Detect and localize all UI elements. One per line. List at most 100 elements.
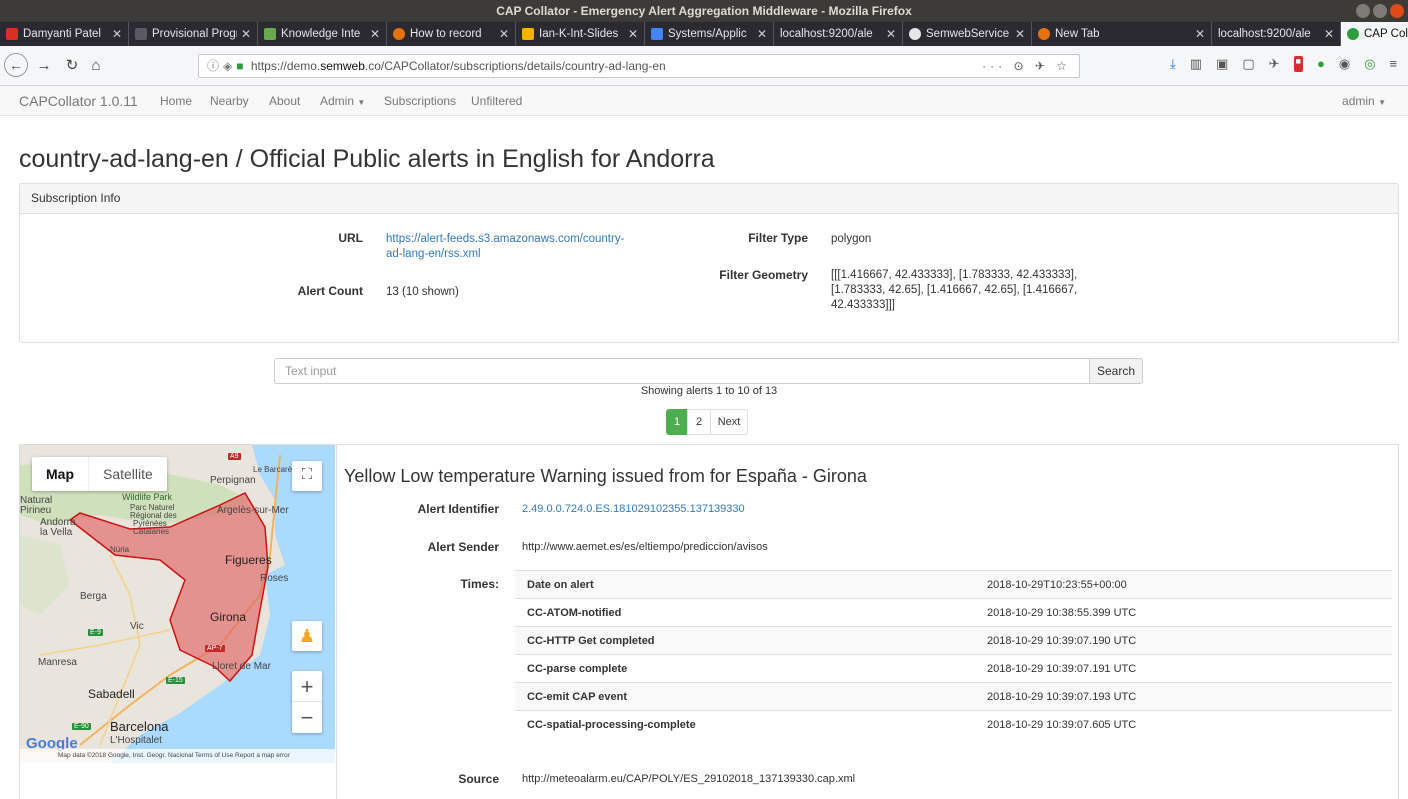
close-tab-icon[interactable]: ✕ [886,27,896,41]
map-label: Berga [80,591,107,602]
library-icon[interactable]: ▥ [1190,56,1202,72]
time-event-name: Date on alert [515,570,975,599]
page-actions-icon[interactable]: ··· ⊙ ✈ ☆ [982,55,1071,77]
close-window-icon[interactable] [1390,4,1404,18]
extension-icon[interactable]: ◎ [1364,56,1375,72]
screenshot-icon[interactable]: ▢ [1242,56,1254,72]
map-label: Girona [210,610,247,624]
close-tab-icon[interactable]: ✕ [757,27,767,41]
time-event-name: CC-ATOM-notified [515,598,975,627]
road-label: A9 [228,453,241,460]
user-menu[interactable]: admin ▼ [1342,94,1386,108]
fullscreen-icon[interactable]: ⛶ [292,461,322,491]
url-bar[interactable]: ⓘ ◈ ■ https://demo.semweb.co/CAPCollator/s… [198,54,1080,78]
download-icon[interactable]: ⤓ [1170,56,1176,72]
home-icon[interactable]: ⌂ [86,56,106,76]
nav-nearby[interactable]: Nearby [210,94,249,108]
shield-icon[interactable]: ◈ [223,59,232,73]
close-tab-icon[interactable]: ✕ [112,27,122,41]
time-event-name: CC-emit CAP event [515,682,975,711]
nav-about[interactable]: About [269,94,300,108]
times-table: Date on alert 2018-10-29T10:23:55+00:00 CC… [515,570,1392,739]
browser-tab[interactable]: SemwebService ✕ [903,22,1032,46]
times-row: CC-HTTP Get completed 2018-10-29 10:39:07… [515,626,1392,655]
browser-tab[interactable]: How to record ✕ [387,22,516,46]
filter-type-value: polygon [831,233,872,245]
alert-count-label: Alert Count [297,284,363,298]
panel-heading: Subscription Info [20,184,1398,214]
browser-toolbar: ← → ↻ ⌂ ⓘ ◈ ■ https://demo.semweb.co/CAPCo… [0,46,1408,86]
zoom-out-icon[interactable]: − [292,702,322,733]
sidebar-icon[interactable]: ▣ [1216,56,1228,72]
page-2-link[interactable]: 2 [687,409,711,435]
extension-badge-icon[interactable]: ■ [1293,56,1303,72]
reload-icon[interactable]: ↻ [62,56,82,76]
nav-unfiltered[interactable]: Unfiltered [471,94,522,108]
pegman-icon[interactable]: ♟ [292,621,322,651]
browser-tab[interactable]: localhost:9200/ale ✕ [774,22,903,46]
browser-tab-active[interactable]: CAP Collator - E✕ [1341,22,1408,46]
browser-tab[interactable]: localhost:9200/ale ✕ [1212,22,1341,46]
window-controls [1356,4,1404,18]
browser-tab[interactable]: New Tab ✕ [1032,22,1212,46]
search-button[interactable]: Search [1089,358,1143,384]
close-tab-icon[interactable]: ✕ [1324,27,1334,41]
search-input[interactable]: Text input [274,358,1090,384]
alert-identifier-link[interactable]: 2.49.0.0.724.0.ES.181029102355.137139330 [522,503,745,515]
nav-admin[interactable]: Admin ▼ [320,94,365,108]
forward-arrow-icon[interactable]: → [34,56,54,76]
back-arrow-icon[interactable]: ← [4,53,28,77]
gmail-icon [6,28,18,40]
tool-icon[interactable]: ✈ [1269,56,1280,72]
map-type-map-button[interactable]: Map [32,457,88,491]
close-tab-icon[interactable]: ✕ [1015,27,1025,41]
info-icon[interactable]: ⓘ [207,59,219,73]
map-attribution[interactable]: Map data ©2018 Google, Inst. Geogr. Naci… [20,749,335,763]
map-type-satellite-button[interactable]: Satellite [88,457,167,491]
map-label: Le Barcarès [253,465,297,474]
times-row: CC-parse complete 2018-10-29 10:39:07.191… [515,654,1392,683]
times-row: CC-ATOM-notified 2018-10-29 10:38:55.399 … [515,598,1392,627]
nav-home[interactable]: Home [160,94,192,108]
alert-identifier-label: Alert Identifier [417,502,499,516]
browser-tab[interactable]: Knowledge Inte ✕ [258,22,387,46]
browser-tab[interactable]: Ian-K-Int-Slides ✕ [516,22,645,46]
leaf-icon [264,28,276,40]
url-label: URL [338,231,363,245]
page-1-link[interactable]: 1 [666,409,688,435]
grammarly-icon[interactable]: ● [1317,56,1325,72]
map-label: L'Hospitalet [110,735,162,746]
maximize-icon[interactable] [1373,4,1387,18]
time-event-value: 2018-10-29 10:39:07.190 UTC [975,626,1392,655]
app-brand[interactable]: CAPCollator 1.0.11 [19,93,138,109]
eye-icon[interactable]: ◉ [1339,56,1350,72]
road-label: E-90 [72,723,91,730]
browser-tab[interactable]: Provisional Progra ✕ [129,22,258,46]
close-tab-icon[interactable]: ✕ [1195,27,1205,41]
close-tab-icon[interactable]: ✕ [499,27,509,41]
nav-subscriptions[interactable]: Subscriptions [384,94,456,108]
minimize-icon[interactable] [1356,4,1370,18]
github-icon [909,28,921,40]
page-icon [135,28,147,40]
browser-tab[interactable]: Systems/Applic ✕ [645,22,774,46]
time-event-name: CC-parse complete [515,654,975,683]
time-event-value: 2018-10-29 10:39:07.605 UTC [975,710,1392,739]
times-row: CC-spatial-processing-complete 2018-10-29… [515,710,1392,739]
map-label: Catalanes [133,527,170,536]
alert-map[interactable]: A9 Perpignan Le Barcarès Wildlife Park P… [20,445,335,763]
map-label: Vic [130,621,144,632]
menu-icon[interactable]: ≡ [1390,56,1398,72]
close-tab-icon[interactable]: ✕ [241,27,251,41]
close-tab-icon[interactable]: ✕ [628,27,638,41]
map-label: la Vella [40,527,73,538]
caret-down-icon: ▼ [1378,98,1386,107]
subscription-url-link[interactable]: https://alert-feeds.s3.amazonaws.com/cou… [386,232,624,262]
extension-icons: ⤓ ▥ ▣ ▢ ✈ ■ ● ◉ ◎ ≡ [1170,56,1397,72]
close-tab-icon[interactable]: ✕ [370,27,380,41]
zoom-in-icon[interactable]: + [292,671,322,702]
lock-icon[interactable]: ■ [236,59,243,73]
browser-tab[interactable]: Damyanti Patel ✕ [0,22,129,46]
next-page-link[interactable]: Next [710,409,748,435]
map-label: Argelès-sur-Mer [217,505,289,516]
